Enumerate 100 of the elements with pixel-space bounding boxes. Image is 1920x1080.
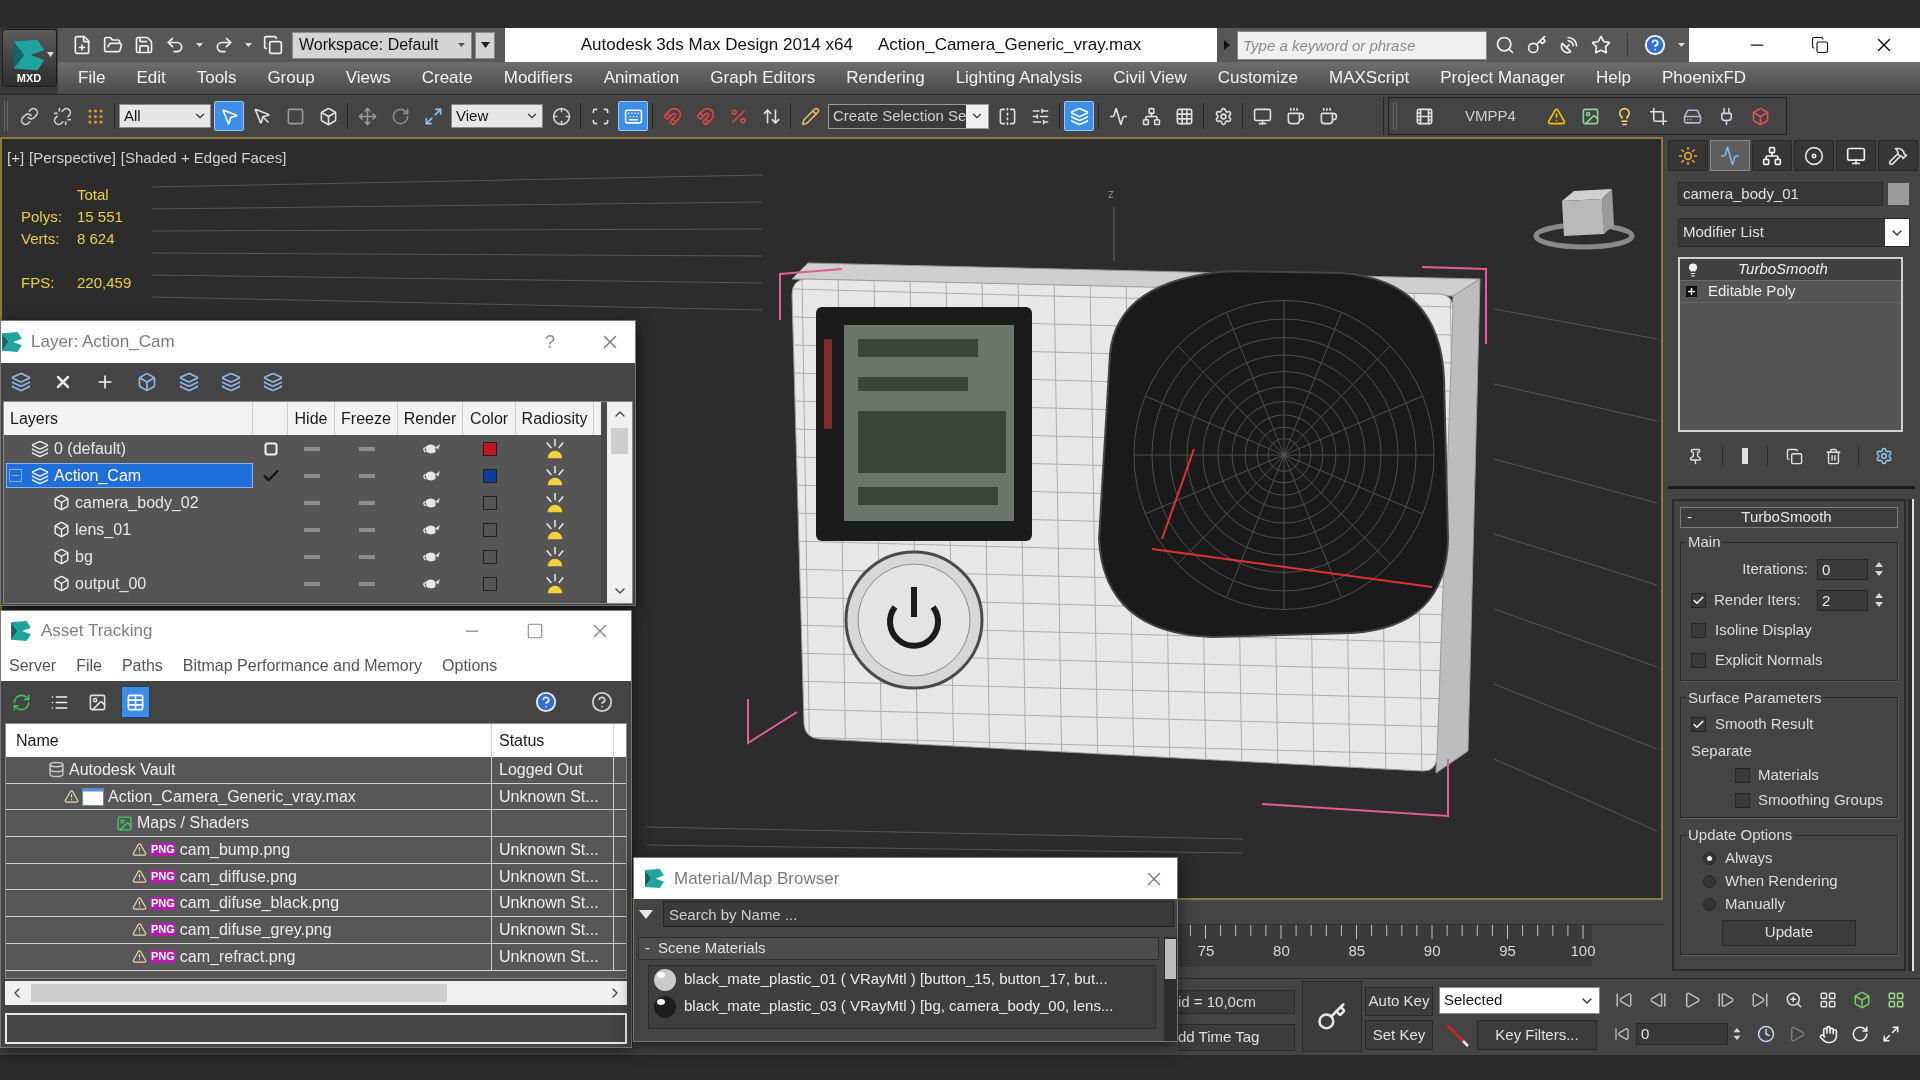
- vertical-scrollbar[interactable]: [607, 402, 632, 603]
- menu-item[interactable]: Options: [442, 653, 498, 678]
- dropdown[interactable]: All: [119, 104, 211, 128]
- cube-icon[interactable]: [1853, 991, 1871, 1009]
- layer-tree-item[interactable]: output_00: [6, 571, 253, 596]
- asset-tree-item[interactable]: Maps / Shaders: [6, 810, 491, 837]
- cube-icon[interactable]: [137, 372, 157, 392]
- skip-back-icon[interactable]: [1615, 991, 1633, 1009]
- toolbar-label[interactable]: VMPP4: [1465, 104, 1516, 128]
- menu-item[interactable]: Lighting Analysis: [955, 65, 1083, 91]
- menu-item[interactable]: Tools: [196, 65, 237, 91]
- layout-grid-icon[interactable]: [1819, 991, 1837, 1009]
- column-header[interactable]: Radiosity: [516, 402, 594, 435]
- menu-item[interactable]: Views: [345, 65, 391, 91]
- auto-key-button[interactable]: Auto Key: [1365, 987, 1433, 1016]
- undo-icon[interactable]: [165, 35, 185, 55]
- asset-tree-item[interactable]: PNG cam_difuse_black.png: [6, 890, 491, 917]
- menu-item[interactable]: File: [78, 65, 106, 91]
- help-button[interactable]: ?: [545, 328, 555, 356]
- radio-button[interactable]: [1703, 874, 1716, 888]
- copy-icon[interactable]: [263, 35, 283, 55]
- menu-item[interactable]: Customize: [1217, 65, 1298, 91]
- search-icon[interactable]: [1495, 35, 1515, 55]
- diagonal-line-icon[interactable]: [1445, 1023, 1469, 1047]
- viewport-menu-label[interactable]: [Perspective]: [29, 147, 116, 170]
- redo-icon[interactable]: [214, 35, 234, 55]
- folder-icon[interactable]: [103, 35, 123, 55]
- color-swatch[interactable]: [482, 549, 497, 564]
- menu-item[interactable]: Civil View: [1113, 65, 1187, 91]
- panel-tab[interactable]: [1878, 140, 1918, 171]
- help-icon[interactable]: [591, 691, 613, 713]
- skip-forward-icon[interactable]: [1751, 991, 1769, 1009]
- column-header[interactable]: Status: [491, 724, 613, 757]
- number-field[interactable]: 2: [1817, 589, 1868, 611]
- maximize-icon[interactable]: [1882, 1025, 1900, 1043]
- dropdown[interactable]: View: [451, 104, 543, 128]
- layer-tree-item[interactable]: lens_01: [6, 517, 253, 542]
- checkbox[interactable]: [1691, 653, 1706, 668]
- horizontal-scrollbar[interactable]: [5, 981, 627, 1005]
- clock-icon[interactable]: [1757, 1025, 1775, 1043]
- layer-tree-item[interactable]: 0 (default): [6, 436, 253, 461]
- lightbulb-icon[interactable]: [1686, 262, 1700, 277]
- layers-icon[interactable]: [263, 372, 283, 392]
- file-icon[interactable]: [72, 35, 92, 55]
- radio-button[interactable]: [1703, 897, 1716, 911]
- column-header[interactable]: Name: [6, 724, 491, 757]
- pin-icon[interactable]: [1687, 447, 1704, 465]
- checkbox[interactable]: [1735, 793, 1750, 808]
- menu-item[interactable]: Animation: [603, 65, 680, 91]
- caret-icon[interactable]: [639, 909, 653, 919]
- color-swatch[interactable]: [482, 522, 497, 537]
- checkbox[interactable]: [1735, 768, 1750, 783]
- search-field[interactable]: Search by Name ...: [663, 901, 1174, 927]
- checkbox[interactable]: [1691, 592, 1706, 608]
- object-color-swatch[interactable]: [1888, 183, 1909, 205]
- asset-tree-item[interactable]: Autodesk Vault: [6, 757, 491, 783]
- menu-item[interactable]: Server: [9, 653, 57, 678]
- update-button[interactable]: Update: [1722, 919, 1856, 946]
- hand-icon[interactable]: [1819, 1024, 1838, 1044]
- layout-grid-icon[interactable]: [1887, 991, 1905, 1009]
- caret-icon[interactable]: [1678, 43, 1685, 47]
- skip-back-icon[interactable]: [1614, 1026, 1630, 1042]
- menu-item[interactable]: Project Manager: [1440, 65, 1565, 91]
- layers-icon[interactable]: [179, 372, 199, 392]
- menu-item[interactable]: Edit: [136, 65, 166, 91]
- color-swatch[interactable]: [482, 576, 497, 591]
- menu-item[interactable]: Graph Editors: [710, 65, 816, 91]
- group-header[interactable]: - Scene Materials: [638, 937, 1160, 960]
- color-swatch[interactable]: [482, 468, 497, 483]
- scrollbar-thumb[interactable]: [611, 428, 629, 454]
- color-swatch[interactable]: [482, 441, 497, 456]
- layer-tree-item[interactable]: bg: [6, 544, 253, 569]
- menu-item[interactable]: Create: [421, 65, 473, 91]
- help-icon[interactable]: [535, 691, 557, 713]
- asset-tree-item[interactable]: PNG cam_difuse_grey.png: [6, 917, 491, 943]
- viewport-menu-label[interactable]: [Shaded + Edged Faces]: [120, 147, 287, 170]
- named-selection-combo[interactable]: Create Selection Se: [828, 103, 989, 129]
- panel-tab[interactable]: [1668, 140, 1708, 171]
- number-field[interactable]: 0: [1817, 558, 1868, 580]
- key-button[interactable]: [1302, 981, 1362, 1052]
- time-tag-button[interactable]: dd Time Tag: [1178, 1024, 1295, 1051]
- panel-tab[interactable]: [1752, 140, 1792, 171]
- hollow-square-icon[interactable]: [263, 441, 278, 456]
- key-mode-dropdown[interactable]: Selected: [1439, 987, 1600, 1014]
- scrollbar-thumb[interactable]: [1165, 939, 1176, 979]
- menu-item[interactable]: Group: [267, 65, 315, 91]
- satellite-dish-icon[interactable]: [1559, 35, 1579, 55]
- modifier-stack-item[interactable]: TurboSmooth: [1680, 259, 1901, 281]
- column-header[interactable]: Freeze: [335, 402, 398, 435]
- rotate-icon[interactable]: [1851, 1025, 1869, 1043]
- scrollbar-thumb[interactable]: [31, 984, 447, 1002]
- keyboard-button[interactable]: [618, 101, 648, 131]
- column-header[interactable]: Layers: [4, 402, 253, 435]
- column-header[interactable]: Hide: [288, 402, 335, 435]
- workspace-dropdown[interactable]: Workspace: Default: [292, 31, 472, 59]
- gear-icon[interactable]: [1875, 447, 1893, 465]
- step-back-icon[interactable]: [1649, 991, 1667, 1009]
- copy-icon[interactable]: [1786, 447, 1803, 465]
- trash-icon[interactable]: [1825, 447, 1842, 465]
- menu-item[interactable]: Bitmap Performance and Memory: [182, 653, 423, 678]
